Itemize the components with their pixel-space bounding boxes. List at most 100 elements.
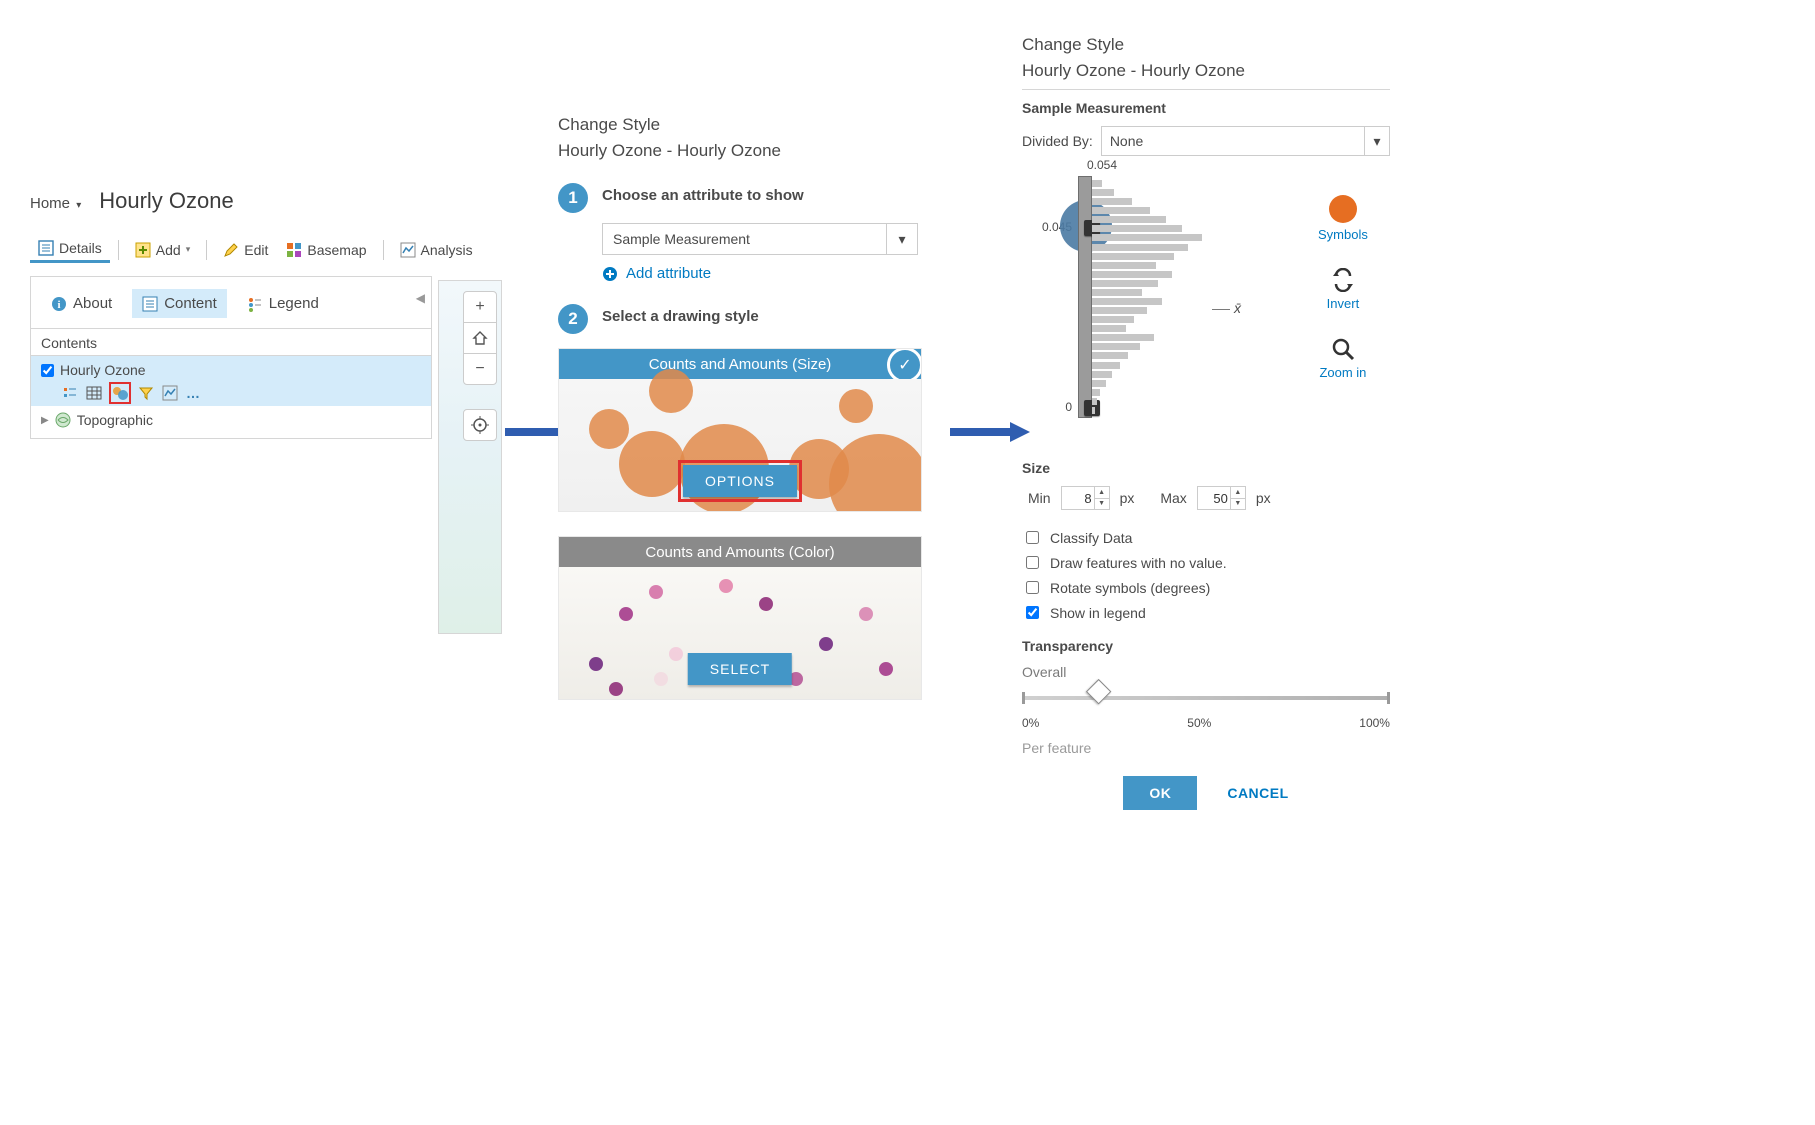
show-table-icon[interactable] xyxy=(85,384,103,402)
home-extent-button[interactable] xyxy=(464,322,496,353)
slider-tick-labels: 0% 50% 100% xyxy=(1022,716,1390,730)
chevron-down-icon: ▾ xyxy=(186,244,191,255)
basemap-layer-row[interactable]: ▶ Topographic xyxy=(31,406,431,438)
classify-data-checkbox[interactable]: Classify Data xyxy=(1022,528,1390,547)
step-2-badge: 2 xyxy=(558,304,588,334)
layer-visibility-checkbox[interactable] xyxy=(41,364,54,377)
spinner[interactable]: ▲▼ xyxy=(1230,487,1245,509)
change-style-panel-1: Change Style Hourly Ozone - Hourly Ozone… xyxy=(558,115,938,700)
symbols-button[interactable]: Symbols xyxy=(1318,195,1368,242)
ok-button[interactable]: OK xyxy=(1123,776,1197,810)
add-attribute-link[interactable]: Add attribute xyxy=(602,265,938,282)
plus-circle-icon xyxy=(602,266,618,282)
tab-content[interactable]: Content xyxy=(132,289,227,318)
filter-icon[interactable] xyxy=(137,384,155,402)
basemap-icon xyxy=(286,242,302,258)
zoom-out-button[interactable]: − xyxy=(464,353,496,384)
chevron-down-icon: ▾ xyxy=(886,224,917,254)
change-style-icon[interactable] xyxy=(109,382,131,404)
check-circle-icon: ✓ xyxy=(887,348,922,383)
options-checklist: Classify Data Draw features with no valu… xyxy=(1022,528,1390,622)
invert-icon xyxy=(1331,268,1355,292)
tab-legend[interactable]: Legend xyxy=(237,289,329,318)
histogram-bar xyxy=(1092,352,1128,359)
layer-row-hourly-ozone[interactable]: Hourly Ozone … xyxy=(31,356,431,406)
add-icon xyxy=(135,242,151,258)
size-max-input[interactable]: ▲▼ xyxy=(1197,486,1246,510)
slider-thumb[interactable] xyxy=(1086,679,1111,704)
divided-by-select[interactable]: None ▾ xyxy=(1101,126,1390,156)
size-min-field[interactable] xyxy=(1062,491,1094,506)
divided-by-value: None xyxy=(1110,133,1143,149)
rotate-symbols-checkbox[interactable]: Rotate symbols (degrees) xyxy=(1022,578,1390,597)
separator xyxy=(118,240,119,260)
size-min-input[interactable]: ▲▼ xyxy=(1061,486,1110,510)
show-legend-icon[interactable] xyxy=(61,384,79,402)
details-icon xyxy=(38,240,54,256)
spinner[interactable]: ▲▼ xyxy=(1094,487,1109,509)
size-ramp-histogram[interactable]: 0.054 0.045 0 x̄ xyxy=(1022,170,1242,430)
zoom-in-button[interactable]: + xyxy=(464,292,496,322)
panel-subtitle: Hourly Ozone - Hourly Ozone xyxy=(1022,61,1390,81)
analysis-icon xyxy=(400,242,416,258)
step-1-badge: 1 xyxy=(558,183,588,213)
histogram-bar xyxy=(1092,280,1158,287)
transparency-slider[interactable] xyxy=(1022,686,1390,716)
legend-icon xyxy=(247,296,263,312)
details-button[interactable]: Details xyxy=(30,236,110,263)
style-card-counts-color[interactable]: Counts and Amounts (Color) SELECT xyxy=(558,536,922,700)
select-button[interactable]: SELECT xyxy=(688,653,792,685)
panel-title: Change Style xyxy=(558,115,938,135)
style-preview: SELECT xyxy=(559,567,921,699)
analysis-button[interactable]: Analysis xyxy=(392,238,481,262)
size-min-label: Min xyxy=(1028,490,1051,506)
histogram-bar xyxy=(1092,253,1174,260)
histogram-bar xyxy=(1092,371,1112,378)
options-button[interactable]: OPTIONS xyxy=(683,465,797,497)
globe-icon xyxy=(55,412,71,428)
expand-icon[interactable]: ▶ xyxy=(41,415,49,426)
basemap-button[interactable]: Basemap xyxy=(278,238,374,262)
size-max-field[interactable] xyxy=(1198,491,1230,506)
histogram-bar xyxy=(1092,398,1097,405)
histogram-bar xyxy=(1092,198,1132,205)
flow-arrow-icon xyxy=(950,420,1030,444)
draw-no-value-checkbox[interactable]: Draw features with no value. xyxy=(1022,553,1390,572)
info-icon: i xyxy=(51,296,67,312)
more-options-icon[interactable]: … xyxy=(185,384,203,402)
symbol-swatch-icon xyxy=(1329,195,1357,223)
map-preview[interactable]: + − xyxy=(438,280,502,634)
viewer-toolbar: Details Add ▾ Edit Basemap xyxy=(30,236,495,264)
histogram-bar xyxy=(1092,289,1142,296)
locate-button[interactable] xyxy=(464,410,496,440)
attribute-select[interactable]: Sample Measurement ▾ xyxy=(602,223,918,255)
transparency-heading: Transparency xyxy=(1022,638,1390,654)
style-card-header: Counts and Amounts (Color) xyxy=(559,537,921,567)
histogram-bar xyxy=(1092,189,1114,196)
show-in-legend-checkbox[interactable]: Show in legend xyxy=(1022,603,1390,622)
style-card-counts-size[interactable]: Counts and Amounts (Size) ✓ OPTIONS xyxy=(558,348,922,512)
edit-button[interactable]: Edit xyxy=(215,238,276,262)
home-link[interactable]: Home ▾ xyxy=(30,195,81,212)
step-2-label: Select a drawing style xyxy=(602,308,759,325)
divided-by-row: Divided By: None ▾ xyxy=(1022,126,1390,156)
histogram-bar xyxy=(1092,216,1166,223)
collapse-panel-icon[interactable]: ◀ xyxy=(416,291,425,305)
tab-about[interactable]: i About xyxy=(41,289,122,318)
step-1: 1 Choose an attribute to show xyxy=(558,183,938,213)
contents-heading: Contents xyxy=(31,328,431,355)
add-button[interactable]: Add ▾ xyxy=(127,238,198,262)
perform-analysis-icon[interactable] xyxy=(161,384,179,402)
magnifier-icon xyxy=(1331,337,1355,361)
px-label: px xyxy=(1256,490,1271,506)
histogram-bar xyxy=(1092,316,1134,323)
layer-name: Hourly Ozone xyxy=(60,362,146,378)
cancel-button[interactable]: CANCEL xyxy=(1227,785,1288,801)
attribute-value: Sample Measurement xyxy=(613,231,750,247)
details-panel: i About Content Legend ◀ Contents Hourly… xyxy=(30,276,432,439)
divided-by-label: Divided By: xyxy=(1022,133,1093,149)
panel-title: Change Style xyxy=(1022,35,1390,55)
invert-button[interactable]: Invert xyxy=(1327,268,1360,311)
zoom-in-button[interactable]: Zoom in xyxy=(1319,337,1366,380)
style-card-header: Counts and Amounts (Size) xyxy=(559,349,921,379)
